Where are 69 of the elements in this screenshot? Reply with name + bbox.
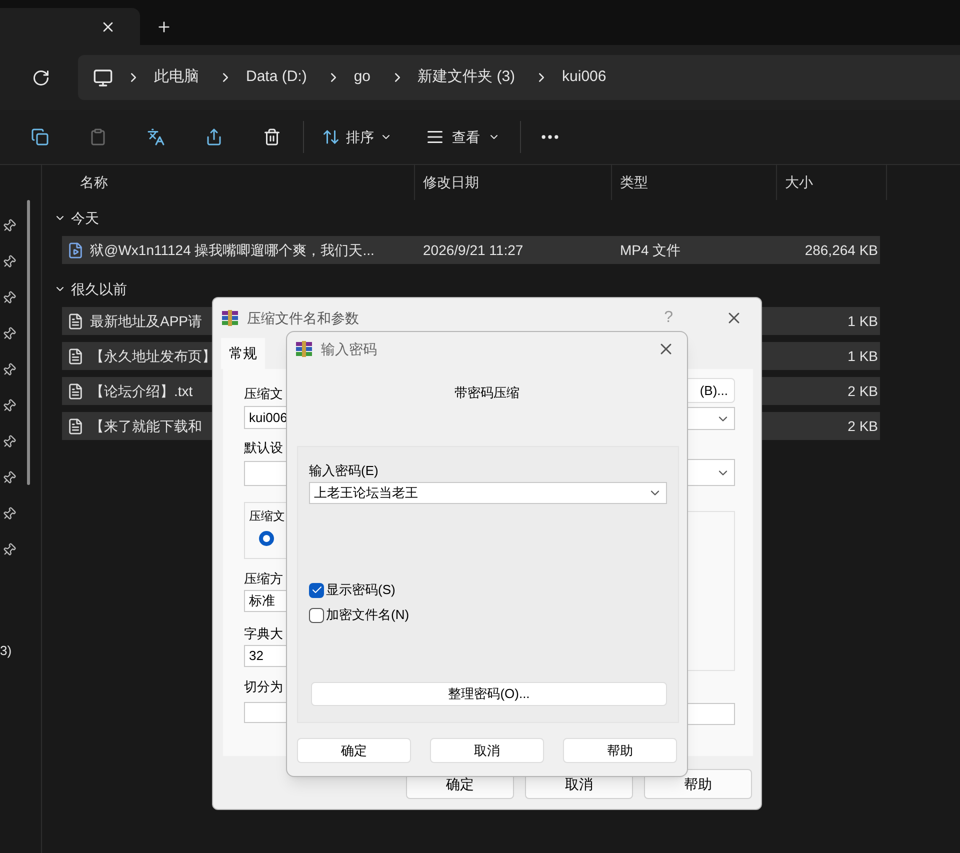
nav-item-label[interactable]: 3) [0,641,12,660]
text-file-icon [67,348,84,364]
text-file-icon [67,418,84,434]
field-label: 输入密码(E) [309,462,380,478]
column-header[interactable]: 修改日期 [415,165,612,200]
new-tab-icon[interactable] [156,19,172,35]
column-header[interactable]: 类型 [612,165,777,200]
group-header[interactable]: 很久以前 [42,271,162,307]
organize-passwords-button[interactable]: 整理密码(O)... [311,682,667,706]
dialog-heading: 带密码压缩 [454,384,520,401]
text-file-icon [67,312,84,330]
column-header[interactable]: 大小 [777,165,887,200]
file-name: 【永久地址发布页】 [90,346,216,366]
rename-icon[interactable] [147,128,165,146]
file-date: 2026/9/21 11:27 [423,242,524,258]
checkbox-option[interactable]: 显示密码(S) [309,582,396,598]
dialog-button[interactable]: 帮助 [644,769,752,799]
refresh-icon[interactable] [32,68,50,86]
file-name: 【来了就能下载和 [90,416,202,436]
checkbox[interactable] [309,608,324,622]
breadcrumb-item[interactable]: 新建文件夹 (3) [418,66,516,89]
radio-button[interactable] [259,531,274,546]
dialog-title: 输入密码 [321,340,377,358]
file-size: 286,264 KB [804,240,878,260]
address-bar[interactable]: 此电脑 Data (D:) go 新建文件夹 (3) kui006 [78,55,960,100]
dialog-button[interactable]: 确定 [297,738,411,763]
field-label: 字典大 [244,625,284,642]
breadcrumb-item[interactable]: Data (D:) [246,66,307,89]
field-label: 切分为 [244,678,284,695]
group-label: 压缩文 [249,508,286,525]
computer-icon [93,68,113,88]
file-size: 1 KB [848,346,878,366]
dialog-button[interactable]: 取消 [430,738,544,763]
sort-button[interactable]: 排序 [322,126,392,148]
view-button[interactable]: 查看 [426,126,500,148]
field-label: 压缩文 [244,385,284,402]
scrollbar[interactable] [27,200,30,485]
copy-icon[interactable] [31,128,49,146]
text-file-icon [67,382,84,400]
check-icon [310,584,322,596]
file-size: 2 KB [848,382,878,400]
breadcrumb-item[interactable]: go [354,66,371,89]
password-field[interactable]: 上老王论坛当老王 [309,482,667,504]
field-label: 压缩方 [244,570,284,587]
file-name: 【论坛介绍】.txt [90,382,193,400]
file-size: 1 KB [848,312,878,330]
file-name: 最新地址及APP请 [90,312,202,330]
sort-icon [322,128,340,146]
dialog-button[interactable]: 帮助 [563,738,677,763]
field-label: 默认设 [244,439,284,456]
dialog-tab[interactable]: 常规 [221,338,265,369]
archive-icon [295,341,313,357]
paste-icon[interactable] [89,128,107,146]
checkbox[interactable] [309,582,324,598]
breadcrumb-item[interactable]: 此电脑 [154,66,199,89]
file-row[interactable]: 狱@Wx1n11124 操我嘴唧遛哪个爽，我们天... 2026/9/21 11:27 MP4 文件 286,264 KB [62,236,880,264]
file-name: 狱@Wx1n11124 操我嘴唧遛哪个爽，我们天... [90,240,374,260]
file-type: MP4 文件 [620,242,681,258]
archive-icon [221,310,239,326]
list-icon [426,128,444,146]
delete-icon[interactable] [263,128,281,146]
share-icon[interactable] [205,128,223,146]
column-header[interactable]: 名称 [42,165,415,200]
file-size: 2 KB [848,416,878,436]
video-file-icon [67,242,84,258]
dialog-title: 压缩文件名和参数 [247,308,359,328]
checkbox-option[interactable]: 加密文件名(N) [309,607,410,623]
breadcrumb-item[interactable]: kui006 [562,66,606,89]
group-header[interactable]: 今天 [42,200,162,236]
